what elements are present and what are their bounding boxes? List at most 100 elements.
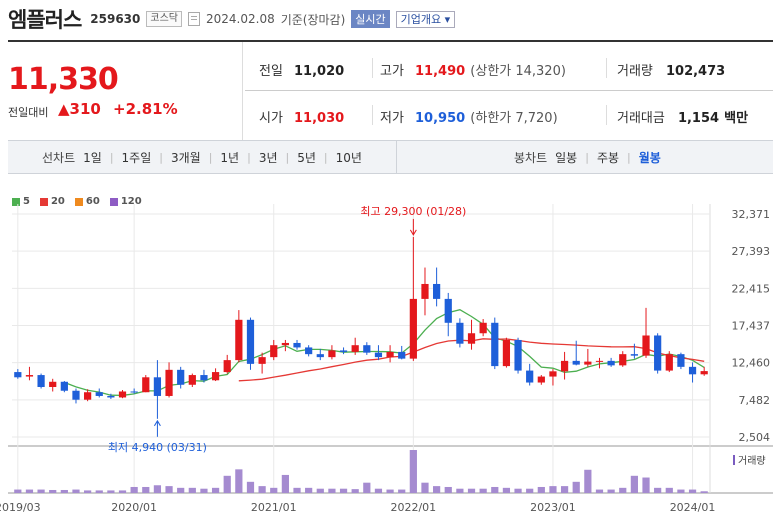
- candle-body[interactable]: [654, 335, 662, 371]
- volume-bar: [95, 490, 103, 493]
- volume-bar: [107, 490, 115, 493]
- volume-bar: [433, 486, 441, 493]
- candle-body[interactable]: [607, 360, 615, 366]
- volume-bar: [421, 482, 429, 493]
- candle-body[interactable]: [305, 347, 313, 355]
- candle-body[interactable]: [281, 342, 289, 346]
- candle-body[interactable]: [14, 372, 22, 378]
- volume-bar: [14, 489, 22, 493]
- candle-body[interactable]: [560, 360, 569, 372]
- volume-bar: [456, 488, 464, 493]
- candle-body[interactable]: [49, 381, 57, 388]
- candle-body[interactable]: [363, 345, 371, 353]
- volume-bar: [316, 488, 324, 493]
- candle-body[interactable]: [421, 283, 429, 299]
- candle-body[interactable]: [211, 372, 220, 381]
- volume-bar: [118, 490, 127, 493]
- candle-body[interactable]: [409, 298, 417, 359]
- y-tick-label: 7,482: [739, 394, 771, 407]
- candle-body[interactable]: [107, 395, 115, 398]
- candle-body[interactable]: [177, 369, 185, 385]
- candle-body[interactable]: [386, 351, 394, 358]
- volume-bar: [572, 481, 580, 493]
- volume-bar: [374, 488, 383, 493]
- x-tick-label: 2023/01: [530, 501, 576, 514]
- candle-body[interactable]: [293, 342, 301, 348]
- candle-body[interactable]: [514, 339, 522, 371]
- candle-body[interactable]: [328, 350, 336, 358]
- y-tick-label: 17,437: [732, 320, 771, 333]
- x-tick-label: 2022/01: [390, 501, 436, 514]
- candle-body[interactable]: [188, 375, 196, 385]
- candle-body[interactable]: [526, 370, 534, 383]
- volume-bar: [595, 489, 604, 493]
- candle-body[interactable]: [433, 283, 441, 299]
- candle-body[interactable]: [467, 333, 476, 344]
- candle-body[interactable]: [60, 381, 68, 391]
- volume-bar: [37, 489, 45, 493]
- x-tick-label: 2020/01: [111, 501, 157, 514]
- candle-body[interactable]: [456, 322, 464, 344]
- candle-body[interactable]: [700, 371, 708, 375]
- candle-body[interactable]: [584, 361, 592, 365]
- candle-body[interactable]: [619, 354, 627, 366]
- candle-body[interactable]: [595, 360, 604, 362]
- candle-body[interactable]: [223, 360, 231, 373]
- candle-body[interactable]: [316, 354, 324, 358]
- candle-body[interactable]: [235, 319, 243, 361]
- candle-body[interactable]: [444, 298, 452, 323]
- candle-body[interactable]: [549, 371, 557, 377]
- volume-bar: [677, 489, 685, 493]
- candle-body[interactable]: [502, 339, 511, 367]
- volume-bar: [49, 489, 57, 493]
- candle-body[interactable]: [95, 392, 103, 396]
- volume-bar: [293, 487, 301, 493]
- volume-bar: [153, 485, 162, 493]
- price-chart[interactable]: 32,371 27,393 22,415 17,437 12,460 7,482 2,504…: [0, 0, 773, 523]
- volume-bar: [386, 489, 394, 493]
- candle-body[interactable]: [677, 354, 685, 367]
- candle-body[interactable]: [491, 322, 499, 367]
- volume-bar: [130, 486, 138, 493]
- candle-body[interactable]: [572, 360, 580, 365]
- candle-body[interactable]: [72, 390, 80, 400]
- volume-bar: [188, 487, 196, 493]
- candle-body[interactable]: [374, 352, 383, 358]
- candle-body[interactable]: [688, 366, 697, 375]
- volume-bar: [642, 477, 650, 493]
- x-tick-label: 2019/03: [0, 501, 41, 514]
- candle-body[interactable]: [153, 377, 162, 396]
- volume-bar: [305, 487, 313, 493]
- candle-body[interactable]: [665, 354, 673, 371]
- volume-bar: [235, 469, 243, 493]
- volume-bar: [700, 491, 708, 493]
- candle-body[interactable]: [258, 357, 266, 364]
- candle-body[interactable]: [537, 376, 545, 383]
- candle-body[interactable]: [25, 375, 34, 377]
- candle-body[interactable]: [642, 335, 650, 356]
- candle-body[interactable]: [246, 319, 255, 364]
- volume-bar: [351, 489, 359, 493]
- candle-body[interactable]: [84, 392, 92, 400]
- candle-body[interactable]: [339, 350, 348, 352]
- candle-body[interactable]: [200, 375, 208, 381]
- volume-bar: [328, 488, 336, 493]
- x-tick-label: 2024/01: [670, 501, 716, 514]
- candle-body[interactable]: [630, 354, 638, 356]
- candle-body[interactable]: [270, 345, 278, 358]
- candle-body[interactable]: [351, 345, 359, 352]
- volume-bar: [398, 489, 406, 493]
- candle-body[interactable]: [118, 391, 127, 398]
- candle-body[interactable]: [130, 391, 138, 393]
- candle-body[interactable]: [37, 375, 45, 388]
- volume-bar: [142, 486, 150, 493]
- candle-body[interactable]: [479, 322, 487, 334]
- volume-bar: [619, 487, 627, 493]
- y-tick-label: 27,393: [732, 245, 771, 258]
- volume-legend-label: 거래량: [738, 455, 766, 467]
- candle-body[interactable]: [142, 377, 150, 393]
- volume-bar: [630, 475, 638, 493]
- volume-bar: [363, 482, 371, 493]
- candle-body[interactable]: [398, 351, 406, 359]
- candle-body[interactable]: [165, 369, 173, 396]
